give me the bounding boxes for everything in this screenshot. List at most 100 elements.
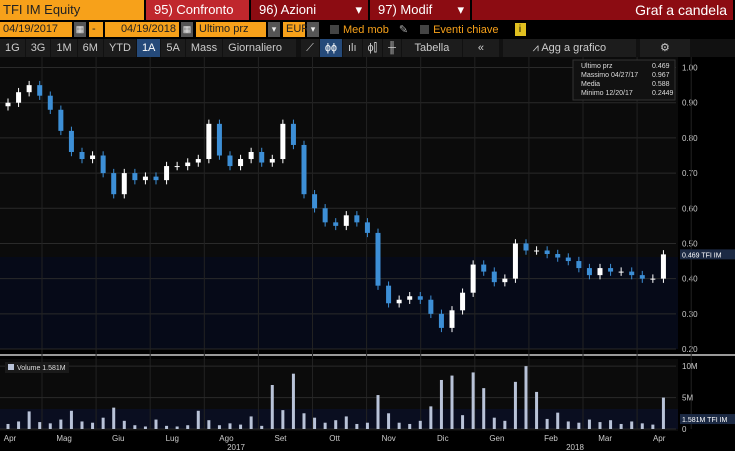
hlc-icon[interactable]: ╫: [383, 39, 401, 57]
range-6m[interactable]: 6M: [77, 39, 103, 57]
volume-bar: [112, 407, 116, 429]
calendar-icon[interactable]: ▦: [74, 22, 86, 37]
legend-label: Minimo 12/20/17: [581, 90, 633, 97]
volume-bar: [270, 385, 274, 429]
volume-bar: [228, 423, 232, 429]
volume-bar: [408, 423, 412, 429]
range-1a[interactable]: 1A: [136, 39, 161, 57]
candle-body: [164, 166, 170, 181]
volume-bar: [640, 423, 644, 429]
volume-bar: [450, 375, 454, 429]
volume-tick-label: 5M: [682, 394, 693, 403]
volume-bar: [302, 413, 306, 429]
ticker-field[interactable]: TFI IM Equity: [0, 0, 144, 20]
candle-body: [26, 85, 32, 93]
candle-body: [238, 159, 244, 167]
range-3g[interactable]: 3G: [25, 39, 51, 57]
candle-body: [142, 176, 148, 181]
candle-body: [132, 173, 138, 181]
x-tick-label: Giu: [112, 434, 124, 443]
candlestick-chart: 1.00 0.90 0.80 0.70 0.60 0.50 0.40 0.30 0.20 Apr M…: [0, 57, 735, 451]
candle-body: [301, 144, 307, 195]
table-button[interactable]: Tabella: [401, 39, 462, 57]
x-tick-label: Set: [274, 434, 287, 443]
modify-menu[interactable]: 97) Modif ▾: [370, 0, 470, 20]
volume-bar: [143, 426, 147, 429]
volume-legend-label: Volume 1.581M: [17, 365, 66, 372]
volume-bar: [217, 425, 221, 429]
volume-bar: [313, 417, 317, 429]
calendar-icon[interactable]: ▦: [181, 22, 193, 37]
currency-select[interactable]: EUR: [283, 22, 309, 37]
candle-body: [195, 159, 201, 163]
end-date-input[interactable]: 04/19/2018: [105, 22, 179, 37]
x-tick-label: Apr: [653, 434, 666, 443]
moving-avg-checkbox[interactable]: [330, 25, 339, 34]
candle-chart-icon[interactable]: ɸɸ: [319, 39, 342, 57]
volume-bar: [91, 422, 95, 429]
volume-bar: [80, 421, 84, 429]
range-mass[interactable]: Mass: [185, 39, 223, 57]
candle-body: [502, 278, 508, 283]
y-tick-label: 0.40: [682, 275, 698, 284]
volume-bar: [524, 366, 528, 429]
range-5a[interactable]: 5A: [161, 39, 185, 57]
candle-body: [16, 92, 22, 103]
field-select[interactable]: Ultimo prz: [196, 22, 266, 37]
bar-chart-icon[interactable]: ılı: [342, 39, 362, 57]
x-tick-label: Mag: [56, 434, 72, 443]
price-lower-band: [0, 257, 678, 349]
ohlc-icon[interactable]: ɸ⫿: [362, 39, 383, 57]
volume-bar: [122, 420, 126, 429]
actions-label: 96) Azioni: [259, 2, 317, 17]
legend-label: Media: [581, 81, 600, 88]
range-1g[interactable]: 1G: [0, 39, 25, 57]
actions-menu[interactable]: 96) Azioni ▾: [251, 0, 368, 20]
range-ytd[interactable]: YTD: [103, 39, 136, 57]
info-icon[interactable]: i: [514, 23, 526, 36]
compare-button[interactable]: 95) Confronto: [146, 0, 249, 20]
candle-body: [5, 102, 11, 107]
range-1m[interactable]: 1M: [51, 39, 77, 57]
period-select[interactable]: Giornaliero ▼: [223, 39, 297, 72]
add-to-chart-button[interactable]: ⩘ Agg a grafico: [502, 39, 636, 57]
candle-body: [269, 159, 275, 163]
key-events-checkbox[interactable]: [420, 25, 430, 34]
volume-bar: [535, 391, 539, 429]
y-tick-label: 0.30: [682, 310, 698, 319]
volume-bar: [101, 417, 105, 429]
y-tick-label: 0.70: [682, 169, 698, 178]
x-tick-label: Mar: [598, 434, 612, 443]
collapse-button[interactable]: «: [462, 39, 499, 57]
chevron-down-icon[interactable]: ▾: [268, 22, 280, 37]
key-events-label: Eventi chiave: [433, 23, 499, 36]
volume-swatch: [8, 364, 14, 370]
y-tick-label: 0.20: [682, 345, 698, 354]
volume-bar: [186, 425, 190, 429]
x-tick-label: Dic: [437, 434, 449, 443]
volume-bar: [482, 388, 486, 429]
candle-body: [354, 215, 360, 223]
volume-bar: [545, 418, 549, 429]
start-date-input[interactable]: 04/19/2017: [0, 22, 72, 37]
candle-body: [280, 123, 286, 160]
candle-body: [206, 123, 212, 160]
x-tick-label: Gen: [489, 434, 504, 443]
pencil-icon[interactable]: ✎: [399, 23, 408, 36]
settings-gear-icon[interactable]: ⚙: [639, 39, 690, 57]
candle-body: [481, 264, 487, 272]
chevron-down-icon[interactable]: ▾: [307, 22, 319, 37]
add-chart-icon: ⩘: [532, 42, 542, 54]
candle-body: [312, 194, 318, 209]
candle-body: [386, 285, 392, 304]
candle-body: [586, 268, 592, 276]
candle-body: [639, 275, 645, 279]
candle-body: [375, 232, 381, 286]
candle-body: [153, 176, 159, 181]
line-chart-icon[interactable]: ⟋: [301, 39, 319, 57]
candle-body: [121, 173, 127, 195]
candle-body: [248, 151, 254, 160]
volume-bar: [651, 424, 655, 429]
volume-bar: [365, 422, 369, 429]
y-tick-label: 0.60: [682, 204, 698, 213]
